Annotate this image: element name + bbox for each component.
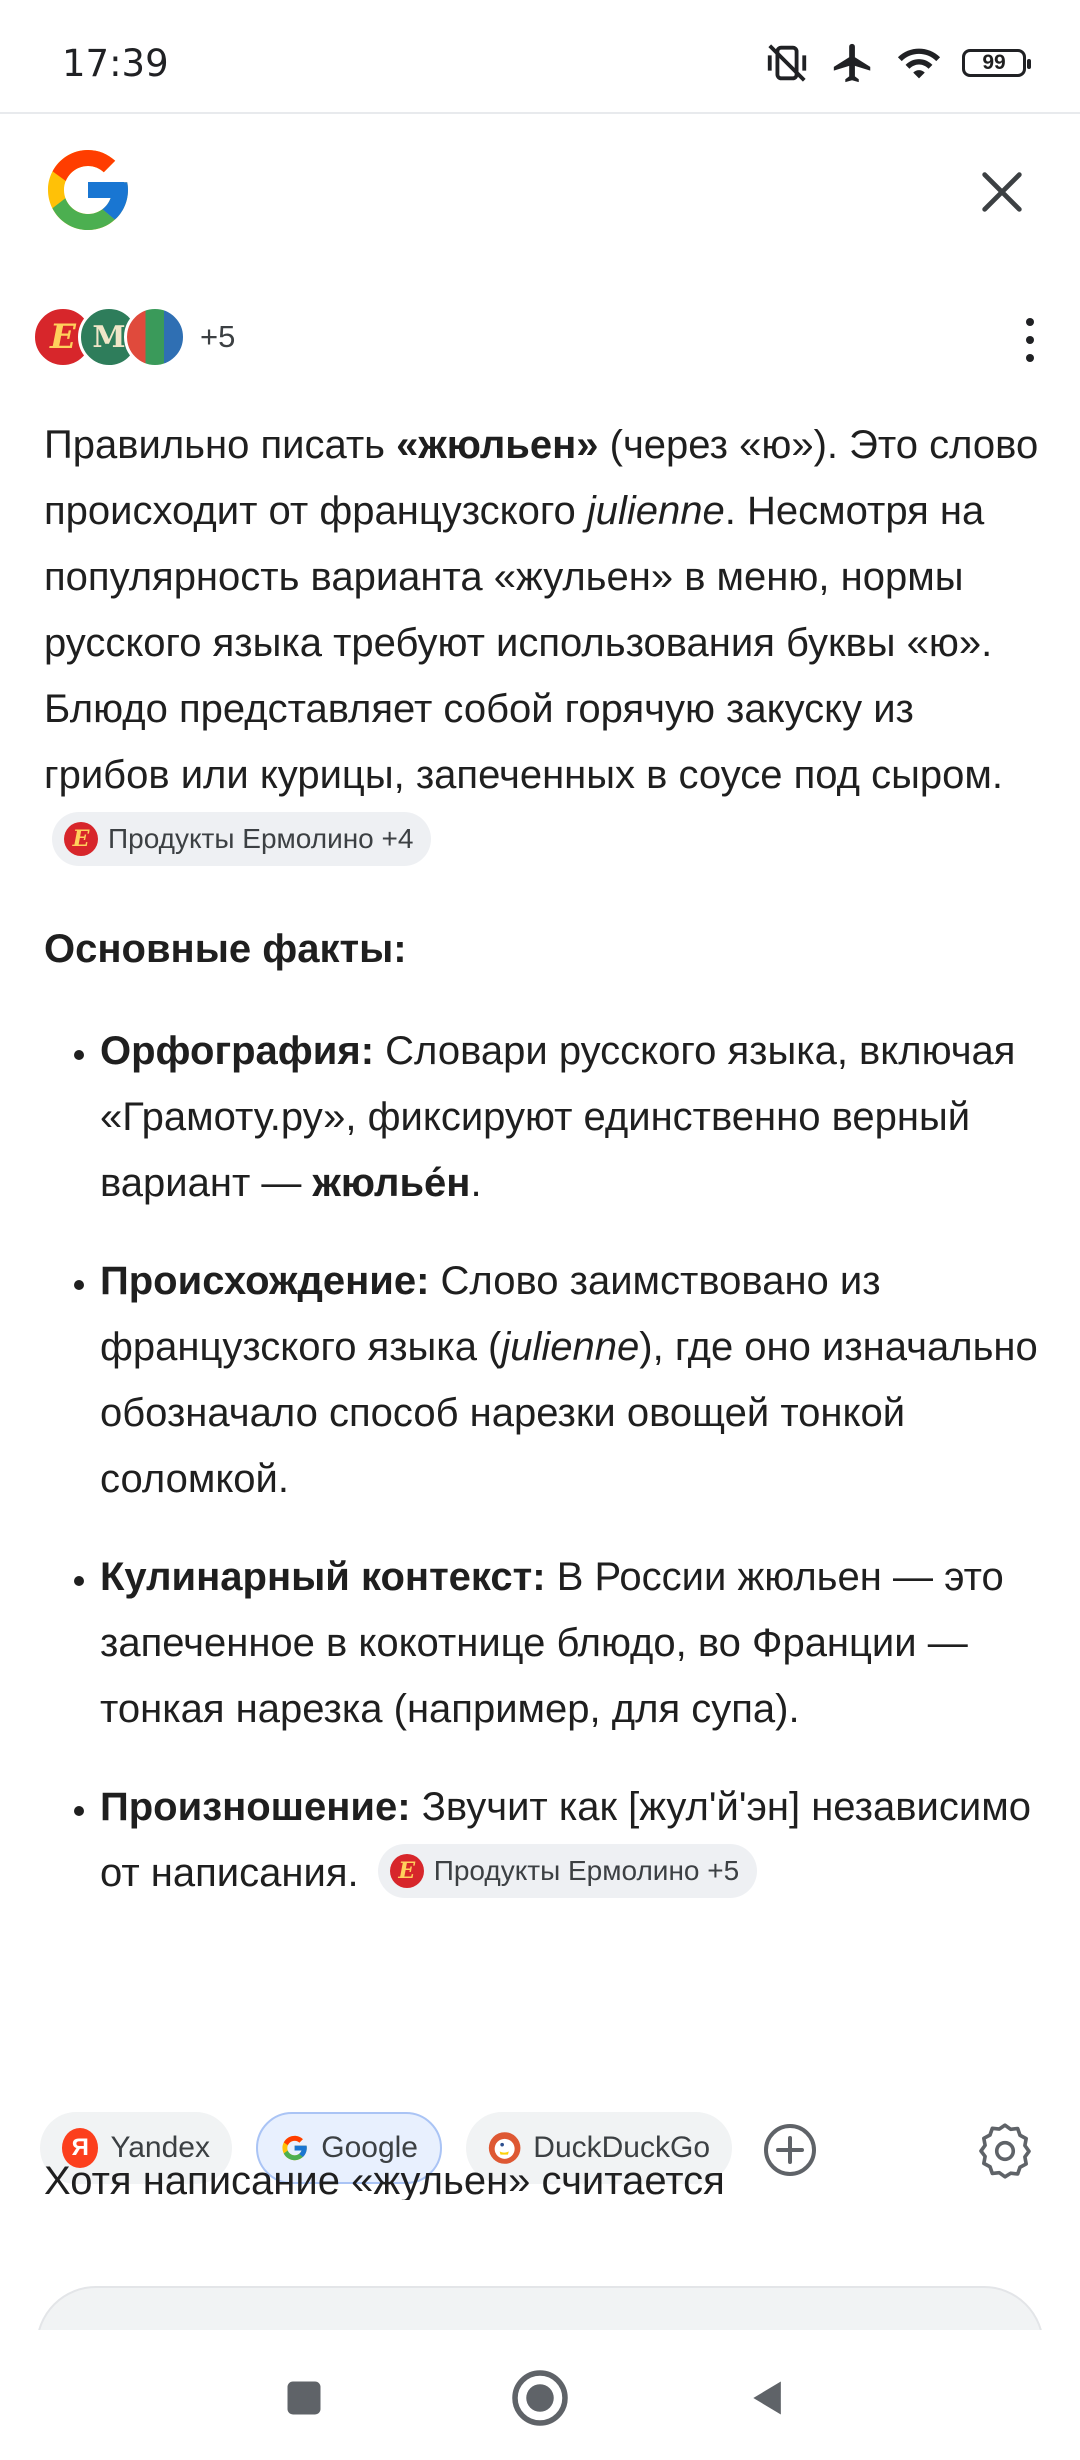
airplane-icon bbox=[833, 43, 871, 83]
battery-level: 99 bbox=[982, 51, 1006, 74]
source-chip[interactable]: Е Продукты Ермолино +5 bbox=[377, 1844, 758, 1899]
back-icon bbox=[753, 2381, 781, 2415]
facts-list: Орфография: Словари русского языка, вклю… bbox=[44, 1018, 1044, 1906]
battery-icon: 99 bbox=[962, 49, 1031, 77]
status-bar: 17:39 99 bbox=[0, 0, 1080, 114]
sources-more-count[interactable]: +5 bbox=[200, 319, 235, 355]
home-icon bbox=[512, 2370, 568, 2426]
recents-icon bbox=[287, 2381, 321, 2415]
back-button[interactable] bbox=[728, 2358, 808, 2438]
yandex-icon: Я bbox=[62, 2128, 99, 2168]
answer-keyword: «жюльен» bbox=[396, 423, 599, 467]
wifi-icon bbox=[897, 48, 941, 79]
panel-header bbox=[0, 112, 1080, 272]
add-engine-icon[interactable] bbox=[762, 2122, 818, 2178]
more-options-icon[interactable] bbox=[1020, 318, 1040, 362]
duckduckgo-icon bbox=[488, 2132, 521, 2164]
recents-button[interactable] bbox=[264, 2358, 344, 2438]
system-nav-bar bbox=[0, 2330, 1080, 2460]
list-item: Происхождение: Слово заимствовано из фра… bbox=[100, 1248, 1044, 1512]
settings-gear-icon[interactable] bbox=[974, 2120, 1036, 2182]
answer-intro: Правильно писать «жюльен» (через «ю»). Э… bbox=[44, 412, 1044, 874]
ermolino-icon: Е bbox=[389, 1854, 424, 1889]
list-item: Кулинарный контекст: В России жюльен — э… bbox=[100, 1544, 1044, 1742]
vibrate-off-icon bbox=[767, 44, 807, 82]
close-icon bbox=[982, 172, 1022, 212]
status-icons: 99 bbox=[764, 38, 1031, 88]
sources-row[interactable]: Е М . +5 bbox=[32, 306, 235, 368]
status-time: 17:39 bbox=[62, 42, 169, 85]
facts-heading: Основные факты: bbox=[44, 927, 407, 971]
list-item: Произношение: Звучит как [жул'й'эн] неза… bbox=[100, 1774, 1044, 1906]
answer-cutoff-line: Хотя написание «жульен» считается bbox=[44, 2166, 725, 2200]
list-item: Орфография: Словари русского языка, вклю… bbox=[100, 1018, 1044, 1216]
ermolino-icon: Е bbox=[64, 822, 98, 857]
close-button[interactable] bbox=[970, 160, 1034, 224]
home-button[interactable] bbox=[500, 2358, 580, 2438]
google-icon bbox=[282, 2135, 307, 2161]
source-avatar-books[interactable]: . bbox=[124, 306, 186, 368]
source-chip[interactable]: Е Продукты Ермолино +4 bbox=[52, 812, 432, 867]
google-logo[interactable] bbox=[40, 142, 136, 238]
ai-answer: Правильно писать «жюльен» (через «ю»). Э… bbox=[44, 412, 1044, 2088]
